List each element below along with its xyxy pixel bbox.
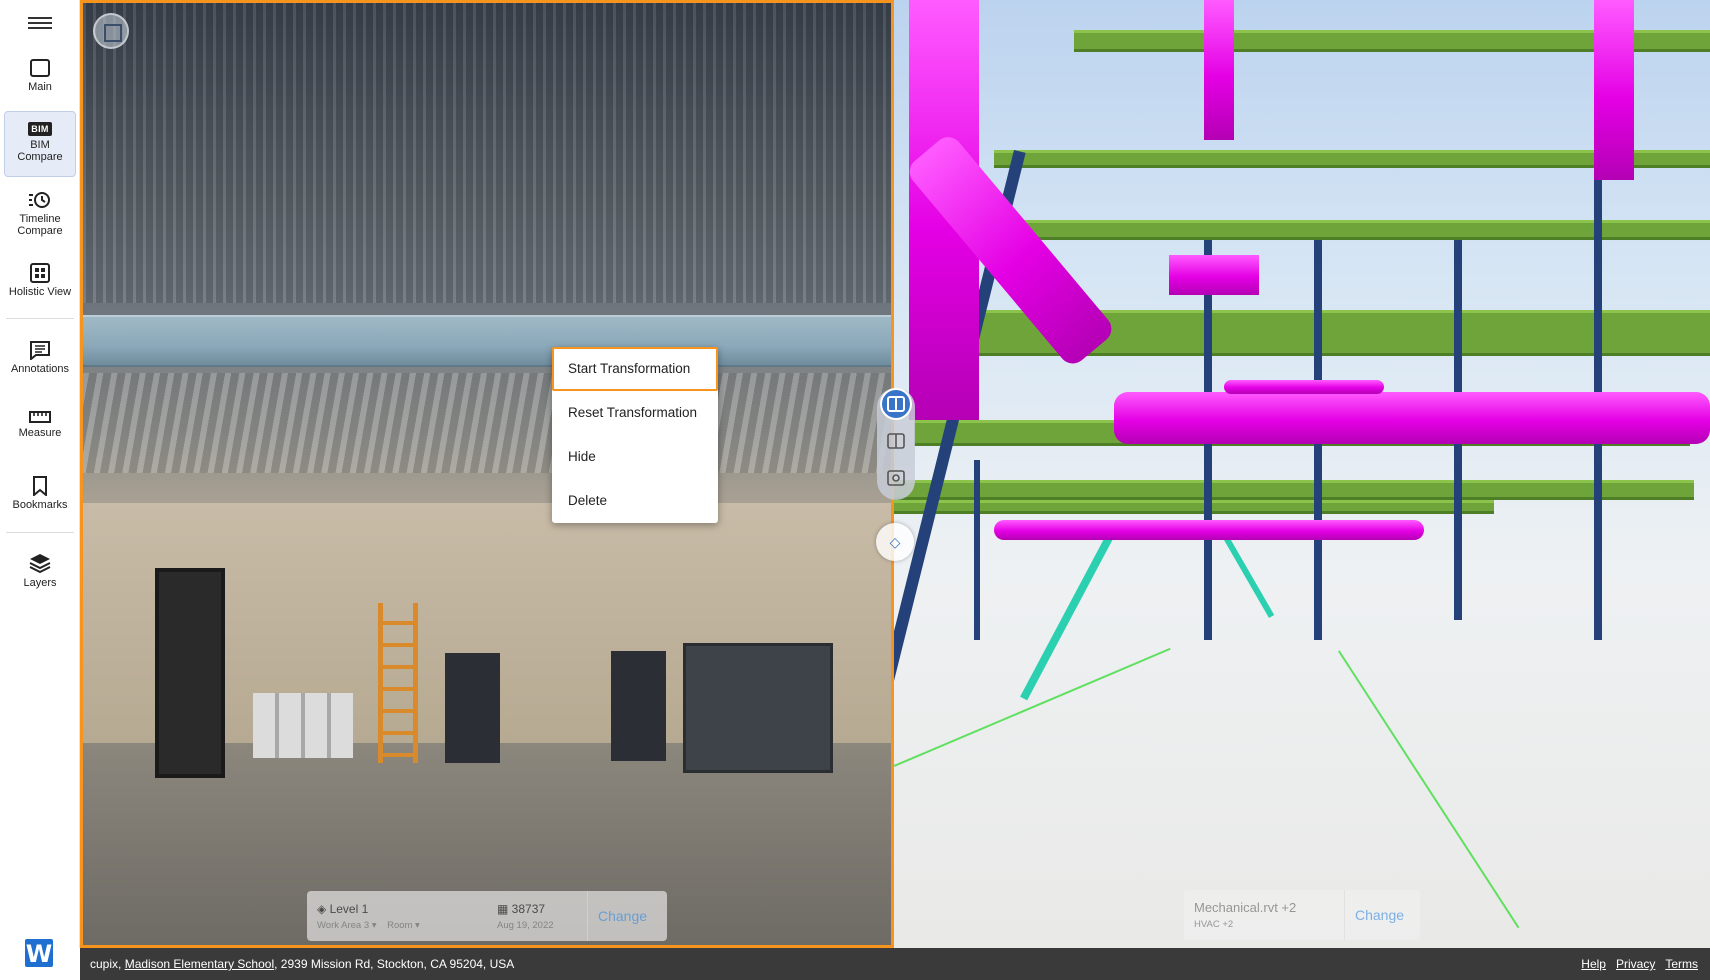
capture-selector[interactable]: ▦ 38737 Aug 19, 2022 <box>487 891 587 941</box>
steel-beam <box>894 500 1494 514</box>
split-drag-handle-icon[interactable]: ◇ <box>876 523 914 561</box>
nav-timeline-label: Timeline Compare <box>17 213 63 237</box>
ceiling-ducts <box>83 373 891 473</box>
layers-icon <box>29 554 51 574</box>
tool-cart <box>683 643 833 773</box>
steel-column <box>974 460 980 640</box>
model-file-label: Mechanical.rvt +2 <box>1194 900 1297 915</box>
bookmark-icon <box>33 476 47 496</box>
bim-icon: BIM <box>28 122 52 136</box>
capture-info-box: ◈ Level 1 Work Area 3 ▾ Room ▾ ▦ 38737 A… <box>307 891 667 941</box>
timeline-icon <box>29 192 50 208</box>
hamburger-menu-icon[interactable] <box>28 14 52 34</box>
compare-view-button[interactable] <box>880 462 912 494</box>
model-sub-label: HVAC +2 <box>1194 919 1234 930</box>
hvac-duct <box>1224 380 1384 394</box>
bim-model-viewer-pane[interactable] <box>894 0 1710 948</box>
room-label: Room <box>387 919 413 931</box>
photo-viewer-pane[interactable] <box>80 0 894 948</box>
overlay-view-icon <box>887 433 905 449</box>
nav-layers[interactable]: Layers <box>4 552 76 594</box>
sidebar: Main BIM BIM Compare Timeline Compare Holi… <box>0 0 80 968</box>
ladder <box>378 603 418 763</box>
door <box>155 568 225 778</box>
nav-layers-label: Layers <box>23 577 57 589</box>
nav-bim-compare[interactable]: BIM BIM Compare <box>4 111 76 177</box>
nav-timeline-compare[interactable]: Timeline Compare <box>4 190 76 240</box>
context-menu: Start Transformation Reset Transformatio… <box>552 347 718 523</box>
menu-reset-transformation[interactable]: Reset Transformation <box>552 391 718 435</box>
grid-icon <box>30 263 50 283</box>
hvac-duct <box>1114 392 1710 444</box>
split-view-icon <box>887 396 905 412</box>
guide-line <box>1338 650 1520 928</box>
privacy-link[interactable]: Privacy <box>1616 957 1655 971</box>
capture-date: Aug 19, 2022 <box>497 919 554 931</box>
status-bar: cupix, Madison Elementary School, 2939 M… <box>80 948 1710 980</box>
menu-delete[interactable]: Delete <box>552 479 718 523</box>
split-view-button[interactable] <box>880 388 912 420</box>
capture-id: 38737 <box>511 901 546 916</box>
help-link[interactable]: Help <box>1581 957 1606 971</box>
ceiling-decking <box>83 3 891 303</box>
buckets <box>253 693 353 758</box>
nav-annotations-label: Annotations <box>10 363 70 375</box>
brace <box>1224 537 1275 618</box>
project-link[interactable]: Madison Elementary School <box>125 957 274 971</box>
annotation-icon <box>30 341 50 360</box>
nav-main-label: Main <box>28 81 52 93</box>
square-icon <box>30 59 50 77</box>
menu-hide[interactable]: Hide <box>552 435 718 479</box>
menu-start-transformation[interactable]: Start Transformation <box>552 347 718 391</box>
overlay-view-button[interactable] <box>880 425 912 457</box>
model-change-button[interactable]: Change <box>1344 890 1414 940</box>
layers-small-icon: ◈ <box>317 901 330 916</box>
capture-change-button[interactable]: Change <box>587 891 657 941</box>
terms-link[interactable]: Terms <box>1665 957 1698 971</box>
nav-bookmarks-label: Bookmarks <box>12 499 68 511</box>
sidebar-divider-2 <box>6 532 74 533</box>
work-area-label: Work Area 3 <box>317 919 370 931</box>
nav-annotations[interactable]: Annotations <box>4 340 76 382</box>
app-logo: W <box>25 939 53 968</box>
ruler-icon <box>29 411 51 423</box>
hvac-duct <box>1594 0 1634 180</box>
nav-holistic-view[interactable]: Holistic View <box>4 263 76 303</box>
project-address: , 2939 Mission Rd, Stockton, CA 95204, U… <box>274 957 515 971</box>
board <box>611 651 666 761</box>
nav-main[interactable]: Main <box>4 58 76 104</box>
company-name: cupix, <box>90 957 122 971</box>
hvac-equipment <box>1169 255 1259 295</box>
nav-measure-label: Measure <box>18 427 62 439</box>
bim-overlay-beam[interactable] <box>83 315 891 367</box>
footer-links: Help Privacy Terms <box>1581 957 1698 971</box>
nav-measure[interactable]: Measure <box>4 410 76 450</box>
nav-bim-compare-label: BIM Compare <box>17 139 63 163</box>
nav-bookmarks[interactable]: Bookmarks <box>4 476 76 518</box>
brace <box>1020 520 1122 701</box>
level-label: Level 1 <box>329 901 369 916</box>
calendar-icon: ▦ <box>497 901 512 916</box>
magnifier-view-icon <box>887 470 905 486</box>
guide-line <box>894 647 1171 767</box>
minimap-toggle-icon[interactable] <box>93 13 129 49</box>
nav-holistic-label: Holistic View <box>8 286 72 298</box>
hvac-duct <box>994 520 1424 540</box>
steel-beam <box>894 480 1694 500</box>
model-info-box: Mechanical.rvt +2 HVAC +2 Change <box>1184 890 1420 940</box>
board <box>445 653 500 763</box>
level-selector[interactable]: ◈ Level 1 Work Area 3 ▾ Room ▾ <box>307 891 487 941</box>
sidebar-divider <box>6 318 74 319</box>
model-selector[interactable]: Mechanical.rvt +2 HVAC +2 <box>1184 890 1344 940</box>
hvac-duct <box>1204 0 1234 140</box>
